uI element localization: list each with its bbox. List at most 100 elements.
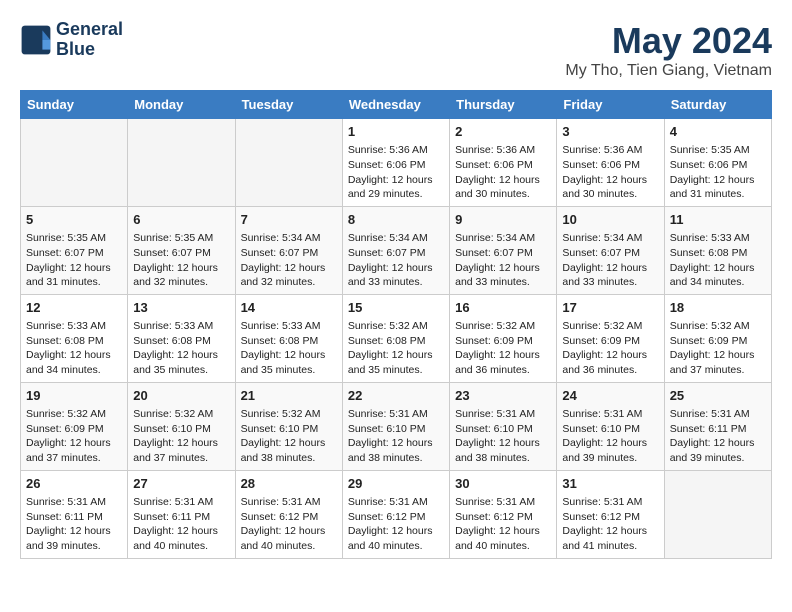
weekday-header-sunday: Sunday bbox=[21, 91, 128, 119]
calendar-cell bbox=[235, 119, 342, 207]
day-number: 1 bbox=[348, 123, 444, 141]
day-info: Sunrise: 5:35 AM Sunset: 6:07 PM Dayligh… bbox=[133, 231, 229, 290]
calendar-cell: 8 Sunrise: 5:34 AM Sunset: 6:07 PM Daylig… bbox=[342, 206, 449, 294]
calendar-cell: 17 Sunrise: 5:32 AM Sunset: 6:09 PM Dayli… bbox=[557, 294, 664, 382]
day-info: Sunrise: 5:31 AM Sunset: 6:10 PM Dayligh… bbox=[562, 407, 658, 466]
day-info: Sunrise: 5:33 AM Sunset: 6:08 PM Dayligh… bbox=[26, 319, 122, 378]
day-number: 27 bbox=[133, 475, 229, 493]
calendar-cell: 22 Sunrise: 5:31 AM Sunset: 6:10 PM Dayli… bbox=[342, 382, 449, 470]
calendar-cell: 4 Sunrise: 5:35 AM Sunset: 6:06 PM Daylig… bbox=[664, 119, 771, 207]
day-number: 16 bbox=[455, 299, 551, 317]
calendar-cell: 5 Sunrise: 5:35 AM Sunset: 6:07 PM Daylig… bbox=[21, 206, 128, 294]
day-info: Sunrise: 5:34 AM Sunset: 6:07 PM Dayligh… bbox=[348, 231, 444, 290]
day-number: 3 bbox=[562, 123, 658, 141]
day-number: 12 bbox=[26, 299, 122, 317]
day-info: Sunrise: 5:32 AM Sunset: 6:09 PM Dayligh… bbox=[26, 407, 122, 466]
day-number: 23 bbox=[455, 387, 551, 405]
day-info: Sunrise: 5:31 AM Sunset: 6:12 PM Dayligh… bbox=[348, 495, 444, 554]
day-info: Sunrise: 5:35 AM Sunset: 6:06 PM Dayligh… bbox=[670, 143, 766, 202]
calendar-week-2: 5 Sunrise: 5:35 AM Sunset: 6:07 PM Daylig… bbox=[21, 206, 772, 294]
day-number: 24 bbox=[562, 387, 658, 405]
day-number: 9 bbox=[455, 211, 551, 229]
day-info: Sunrise: 5:36 AM Sunset: 6:06 PM Dayligh… bbox=[562, 143, 658, 202]
day-info: Sunrise: 5:31 AM Sunset: 6:12 PM Dayligh… bbox=[562, 495, 658, 554]
calendar-table: SundayMondayTuesdayWednesdayThursdayFrid… bbox=[20, 90, 772, 559]
day-info: Sunrise: 5:32 AM Sunset: 6:10 PM Dayligh… bbox=[133, 407, 229, 466]
day-number: 21 bbox=[241, 387, 337, 405]
calendar-cell: 28 Sunrise: 5:31 AM Sunset: 6:12 PM Dayli… bbox=[235, 470, 342, 558]
calendar-cell: 9 Sunrise: 5:34 AM Sunset: 6:07 PM Daylig… bbox=[450, 206, 557, 294]
calendar-cell: 16Sunrise: 5:32 AM Sunset: 6:09 PM Dayli… bbox=[450, 294, 557, 382]
calendar-week-5: 26 Sunrise: 5:31 AM Sunset: 6:11 PM Dayli… bbox=[21, 470, 772, 558]
day-number: 26 bbox=[26, 475, 122, 493]
calendar-cell: 10Sunrise: 5:34 AM Sunset: 6:07 PM Dayli… bbox=[557, 206, 664, 294]
day-number: 8 bbox=[348, 211, 444, 229]
day-info: Sunrise: 5:32 AM Sunset: 6:10 PM Dayligh… bbox=[241, 407, 337, 466]
calendar-subtitle: My Tho, Tien Giang, Vietnam bbox=[565, 62, 772, 80]
calendar-cell: 2Sunrise: 5:36 AM Sunset: 6:06 PM Daylig… bbox=[450, 119, 557, 207]
calendar-cell: 6 Sunrise: 5:35 AM Sunset: 6:07 PM Daylig… bbox=[128, 206, 235, 294]
calendar-cell: 27Sunrise: 5:31 AM Sunset: 6:11 PM Dayli… bbox=[128, 470, 235, 558]
day-info: Sunrise: 5:34 AM Sunset: 6:07 PM Dayligh… bbox=[455, 231, 551, 290]
calendar-title: May 2024 bbox=[565, 20, 772, 62]
calendar-cell: 23 Sunrise: 5:31 AM Sunset: 6:10 PM Dayli… bbox=[450, 382, 557, 470]
calendar-cell: 1Sunrise: 5:36 AM Sunset: 6:06 PM Daylig… bbox=[342, 119, 449, 207]
day-info: Sunrise: 5:32 AM Sunset: 6:09 PM Dayligh… bbox=[562, 319, 658, 378]
weekday-header-friday: Friday bbox=[557, 91, 664, 119]
day-number: 15 bbox=[348, 299, 444, 317]
day-info: Sunrise: 5:31 AM Sunset: 6:11 PM Dayligh… bbox=[26, 495, 122, 554]
calendar-cell: 18Sunrise: 5:32 AM Sunset: 6:09 PM Dayli… bbox=[664, 294, 771, 382]
day-number: 31 bbox=[562, 475, 658, 493]
calendar-header-row: SundayMondayTuesdayWednesdayThursdayFrid… bbox=[21, 91, 772, 119]
day-info: Sunrise: 5:36 AM Sunset: 6:06 PM Dayligh… bbox=[455, 143, 551, 202]
calendar-cell: 13Sunrise: 5:33 AM Sunset: 6:08 PM Dayli… bbox=[128, 294, 235, 382]
day-number: 22 bbox=[348, 387, 444, 405]
day-info: Sunrise: 5:31 AM Sunset: 6:10 PM Dayligh… bbox=[348, 407, 444, 466]
weekday-header-monday: Monday bbox=[128, 91, 235, 119]
day-info: Sunrise: 5:35 AM Sunset: 6:07 PM Dayligh… bbox=[26, 231, 122, 290]
calendar-cell: 30Sunrise: 5:31 AM Sunset: 6:12 PM Dayli… bbox=[450, 470, 557, 558]
calendar-cell: 21 Sunrise: 5:32 AM Sunset: 6:10 PM Dayli… bbox=[235, 382, 342, 470]
calendar-cell: 19 Sunrise: 5:32 AM Sunset: 6:09 PM Dayli… bbox=[21, 382, 128, 470]
day-info: Sunrise: 5:33 AM Sunset: 6:08 PM Dayligh… bbox=[241, 319, 337, 378]
day-info: Sunrise: 5:31 AM Sunset: 6:11 PM Dayligh… bbox=[670, 407, 766, 466]
calendar-cell: 31 Sunrise: 5:31 AM Sunset: 6:12 PM Dayli… bbox=[557, 470, 664, 558]
day-info: Sunrise: 5:34 AM Sunset: 6:07 PM Dayligh… bbox=[241, 231, 337, 290]
day-info: Sunrise: 5:32 AM Sunset: 6:08 PM Dayligh… bbox=[348, 319, 444, 378]
weekday-header-tuesday: Tuesday bbox=[235, 91, 342, 119]
logo-text: General Blue bbox=[56, 20, 123, 60]
day-number: 6 bbox=[133, 211, 229, 229]
day-info: Sunrise: 5:33 AM Sunset: 6:08 PM Dayligh… bbox=[133, 319, 229, 378]
day-number: 30 bbox=[455, 475, 551, 493]
day-number: 25 bbox=[670, 387, 766, 405]
calendar-cell: 11Sunrise: 5:33 AM Sunset: 6:08 PM Dayli… bbox=[664, 206, 771, 294]
calendar-cell bbox=[664, 470, 771, 558]
day-number: 14 bbox=[241, 299, 337, 317]
weekday-header-saturday: Saturday bbox=[664, 91, 771, 119]
calendar-cell bbox=[128, 119, 235, 207]
calendar-cell: 14 Sunrise: 5:33 AM Sunset: 6:08 PM Dayli… bbox=[235, 294, 342, 382]
day-number: 7 bbox=[241, 211, 337, 229]
day-number: 17 bbox=[562, 299, 658, 317]
calendar-cell: 26 Sunrise: 5:31 AM Sunset: 6:11 PM Dayli… bbox=[21, 470, 128, 558]
day-info: Sunrise: 5:31 AM Sunset: 6:12 PM Dayligh… bbox=[241, 495, 337, 554]
day-info: Sunrise: 5:31 AM Sunset: 6:10 PM Dayligh… bbox=[455, 407, 551, 466]
day-number: 5 bbox=[26, 211, 122, 229]
day-number: 19 bbox=[26, 387, 122, 405]
calendar-cell: 24 Sunrise: 5:31 AM Sunset: 6:10 PM Dayli… bbox=[557, 382, 664, 470]
day-info: Sunrise: 5:34 AM Sunset: 6:07 PM Dayligh… bbox=[562, 231, 658, 290]
day-number: 4 bbox=[670, 123, 766, 141]
day-number: 11 bbox=[670, 211, 766, 229]
weekday-header-wednesday: Wednesday bbox=[342, 91, 449, 119]
calendar-week-1: 1 Sunrise: 5:36 AM Sunset: 6:06 PM Daylig… bbox=[21, 119, 772, 207]
calendar-cell: 29Sunrise: 5:31 AM Sunset: 6:12 PM Dayli… bbox=[342, 470, 449, 558]
day-number: 28 bbox=[241, 475, 337, 493]
calendar-week-4: 19 Sunrise: 5:32 AM Sunset: 6:09 PM Dayli… bbox=[21, 382, 772, 470]
logo: General Blue bbox=[20, 20, 123, 60]
weekday-header-thursday: Thursday bbox=[450, 91, 557, 119]
calendar-cell bbox=[21, 119, 128, 207]
calendar-week-3: 12 Sunrise: 5:33 AM Sunset: 6:08 PM Dayli… bbox=[21, 294, 772, 382]
title-block: May 2024 My Tho, Tien Giang, Vietnam bbox=[565, 20, 772, 80]
calendar-cell: 12 Sunrise: 5:33 AM Sunset: 6:08 PM Dayli… bbox=[21, 294, 128, 382]
calendar-body: 1 Sunrise: 5:36 AM Sunset: 6:06 PM Daylig… bbox=[21, 119, 772, 559]
